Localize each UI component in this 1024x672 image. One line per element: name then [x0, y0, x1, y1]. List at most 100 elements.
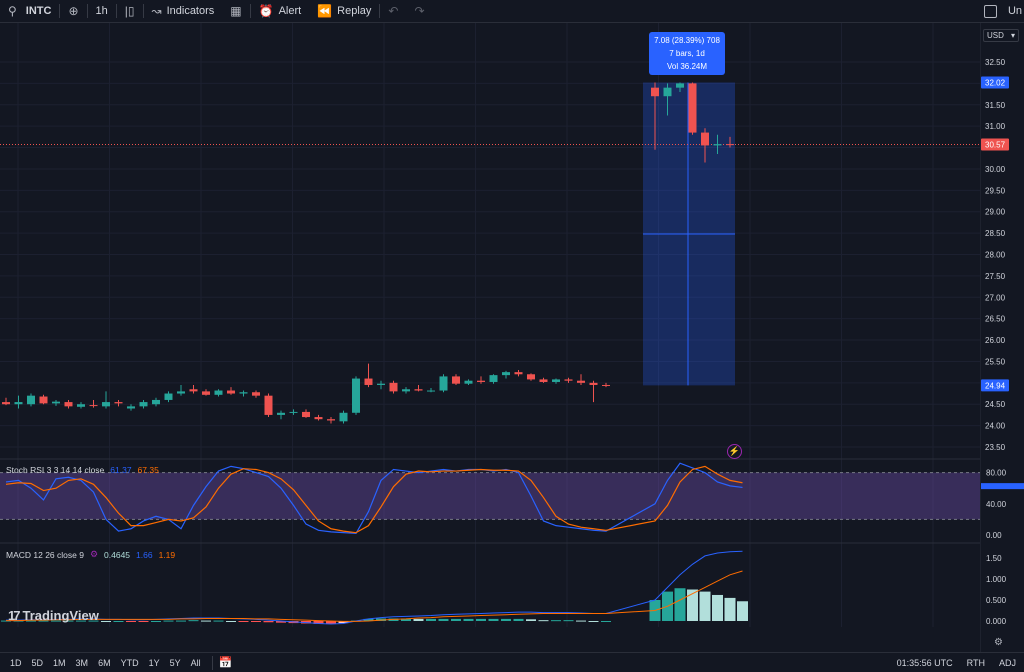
macd-histogram-bar — [238, 621, 249, 622]
macd-histogram-bar — [188, 620, 199, 622]
range-button-6m[interactable]: 6M — [93, 658, 116, 668]
tradingview-logo[interactable]: 17 TradingView — [8, 608, 99, 623]
macd-histogram-bar — [251, 621, 261, 622]
candle-body — [564, 379, 573, 381]
price-tick-label: 24.00 — [985, 422, 1006, 431]
price-tick-label: 28.50 — [985, 229, 1006, 238]
macd-title: MACD 12 26 close 9 — [6, 549, 84, 560]
macd-histogram-bar — [176, 620, 186, 622]
candle-body — [489, 375, 498, 382]
price-tick-label: 31.00 — [985, 122, 1006, 131]
macd-histogram-bar — [724, 597, 736, 621]
candle-body — [27, 395, 35, 405]
candle-body — [713, 144, 722, 146]
adjust-toggle[interactable]: ADJ — [991, 658, 1024, 668]
stoch-tick-label: 0.00 — [986, 531, 1002, 540]
price-tick-label: 29.50 — [985, 186, 1006, 195]
macd-hist-value: 0.4645 — [104, 549, 131, 560]
grid-icon: ▦ — [230, 4, 242, 18]
candle-body — [14, 402, 23, 405]
macd-histogram-bar — [674, 588, 686, 621]
range-button-5d[interactable]: 5D — [27, 658, 49, 668]
macd-value: 1.66 — [136, 549, 153, 560]
candle-body — [314, 417, 323, 420]
unnamed-layout-button[interactable]: Un — [976, 0, 1024, 22]
macd-histogram-bar — [213, 620, 224, 622]
candle-body — [52, 401, 60, 404]
candle-body — [252, 392, 260, 396]
macd-histogram-bar — [151, 621, 161, 622]
candle-body — [177, 391, 185, 394]
tv-logo-icon: 17 — [8, 608, 21, 623]
candle-body — [189, 389, 198, 392]
replay-label: Replay — [337, 5, 372, 17]
candle-body — [302, 411, 310, 418]
plus-circle-icon: ⊕ — [68, 4, 79, 18]
candle-body — [77, 404, 85, 407]
candle-body — [427, 390, 435, 392]
top-toolbar: ⚲ INTC ⊕ 1h |▯ ↝ Indicators ▦ ⏰ Alert ⏪ … — [0, 0, 1024, 23]
clock[interactable]: 01:35:56 UTC — [889, 658, 961, 668]
compare-symbol-button[interactable]: ⊕ — [60, 0, 86, 22]
stoch-tick-label: 40.00 — [986, 500, 1007, 509]
stoch-k-tag — [981, 483, 1024, 490]
candle-body — [589, 382, 598, 385]
macd-legend[interactable]: MACD 12 26 close 9 ⚙ 0.4645 1.66 1.19 — [6, 549, 175, 560]
candle-body — [364, 378, 373, 385]
range-button-3m[interactable]: 3M — [71, 658, 94, 668]
candle-body — [602, 384, 610, 386]
stoch-tick-label: 80.00 — [986, 469, 1007, 478]
macd-tick-label: 1.000 — [986, 575, 1007, 584]
interval-button[interactable]: 1h — [88, 0, 116, 22]
goto-date-icon[interactable]: 📅 — [219, 656, 233, 669]
settings-gear-icon[interactable]: ⚙ — [90, 549, 98, 560]
candle-body — [701, 132, 709, 146]
stoch-rsi-title: Stoch RSI 3 3 14 14 close — [6, 465, 105, 475]
candle-body — [289, 411, 298, 413]
macd-histogram-bar — [563, 620, 574, 622]
macd-histogram-bar — [101, 621, 111, 622]
range-button-ytd[interactable]: YTD — [116, 658, 144, 668]
macd-histogram-bar — [588, 621, 599, 622]
price-axis[interactable]: 32.50 32.02 31.50 31.00 30.57 30.00 29.50 29.00… — [980, 23, 1024, 653]
range-button-5y[interactable]: 5Y — [165, 658, 186, 668]
stoch-rsi-legend[interactable]: Stoch RSI 3 3 14 14 close 61.37 67.35 — [6, 465, 159, 475]
macd-histogram-bar — [712, 594, 723, 621]
chart-canvas[interactable]: 910111215161718192223 — [0, 23, 980, 627]
range-button-all[interactable]: All — [186, 658, 206, 668]
macd-histogram-bar — [488, 618, 499, 621]
macd-signal-value: 1.19 — [158, 549, 176, 560]
price-tick-label: 24.50 — [985, 400, 1006, 409]
range-button-1y[interactable]: 1Y — [144, 658, 165, 668]
session-toggle[interactable]: RTH — [961, 658, 991, 668]
candle-body — [114, 402, 123, 404]
replay-button[interactable]: ⏪ Replay — [309, 0, 379, 22]
candle-body — [439, 376, 448, 391]
undo-button[interactable]: ↶ — [380, 0, 406, 22]
currency-selector[interactable]: USD ▾ — [983, 29, 1019, 42]
range-button-1m[interactable]: 1M — [48, 658, 71, 668]
layouts-button[interactable]: ▦ — [222, 0, 249, 22]
stoch-band — [0, 472, 980, 520]
chevron-down-icon: ▾ — [1010, 31, 1015, 40]
price-tick-label: 30.57 — [985, 141, 1006, 150]
indicators-button[interactable]: ↝ Indicators — [144, 0, 223, 22]
price-tick-label: 32.50 — [985, 58, 1006, 67]
range-button-1d[interactable]: 1D — [5, 658, 27, 668]
candle-body — [402, 389, 410, 392]
chart-type-button[interactable]: |▯ — [117, 0, 143, 22]
price-tick-label: 27.00 — [985, 293, 1006, 302]
macd-histogram-bar — [538, 620, 549, 622]
alert-button[interactable]: ⏰ Alert — [251, 0, 310, 22]
layout-checkbox-icon — [983, 4, 997, 18]
candle-body — [539, 379, 548, 382]
candle-body — [527, 374, 535, 380]
redo-button[interactable]: ↷ — [406, 0, 432, 22]
symbol-search-button[interactable]: ⚲ INTC — [0, 0, 59, 22]
candle-body — [39, 396, 48, 404]
candle-body — [577, 380, 585, 383]
indicators-icon: ↝ — [151, 4, 162, 18]
date-range-group: 1D 5D 1M 3M 6M YTD 1Y 5Y All — [0, 658, 206, 668]
event-lightning-icon[interactable]: ⚡ — [727, 444, 742, 459]
candle-body — [452, 376, 460, 384]
